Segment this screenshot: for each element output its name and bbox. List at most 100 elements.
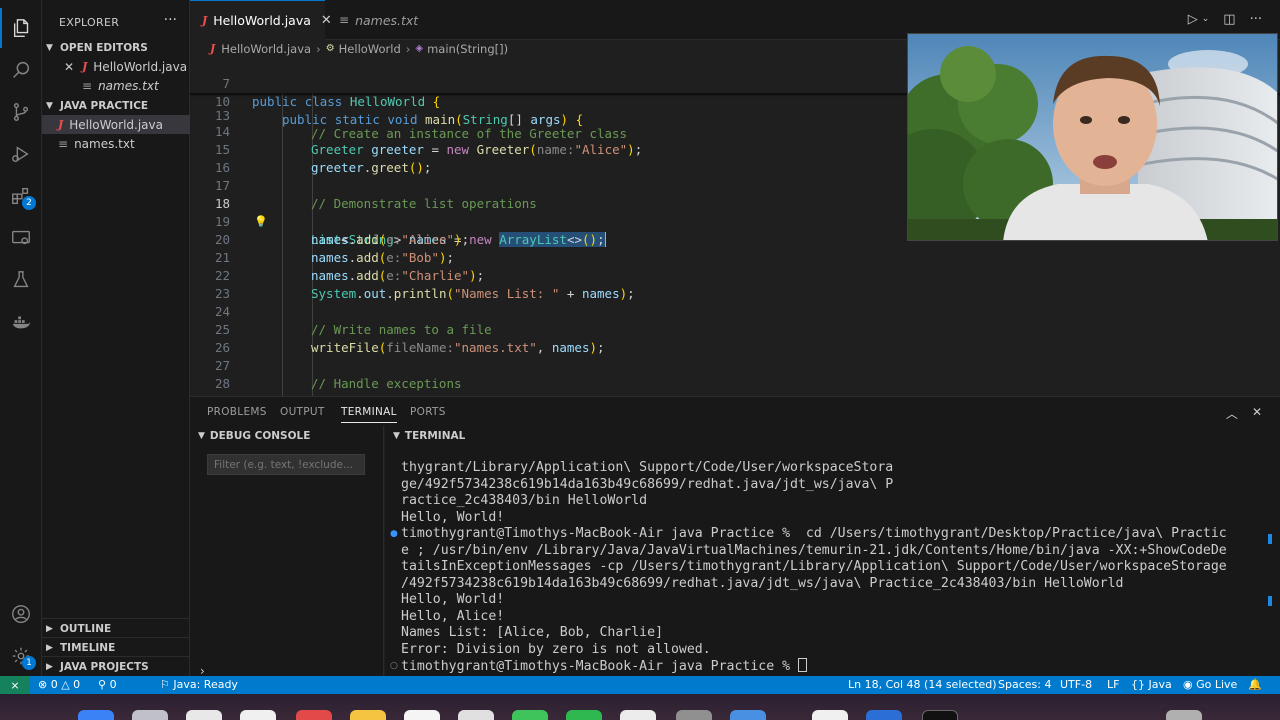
calendar-icon[interactable] bbox=[404, 710, 440, 720]
encoding-status[interactable]: UTF-8 bbox=[1060, 678, 1092, 691]
terminal-line: Hello, World! bbox=[401, 509, 505, 525]
code-line[interactable]: 28 try { bbox=[190, 357, 1280, 396]
close-icon[interactable]: ✕ bbox=[64, 60, 74, 74]
java-status-label: Java: Ready bbox=[173, 678, 238, 691]
debug-filter-input[interactable] bbox=[207, 454, 365, 475]
notes-icon[interactable] bbox=[350, 710, 386, 720]
remote-explorer-icon[interactable] bbox=[0, 218, 42, 258]
debug-console-header[interactable]: ▼ DEBUG CONSOLE bbox=[198, 430, 310, 442]
terminal-line: timothygrant@Timothys-MacBook-Air java P… bbox=[401, 526, 1227, 541]
go-live-label: Go Live bbox=[1196, 678, 1238, 691]
app-icon[interactable] bbox=[620, 710, 656, 720]
app-icon[interactable] bbox=[296, 710, 332, 720]
terminal-app-icon[interactable] bbox=[922, 710, 958, 720]
breadcrumb-file[interactable]: HelloWorld.java bbox=[221, 42, 311, 56]
open-editor-item-helloworld[interactable]: ✕ J HelloWorld.java bbox=[42, 57, 190, 76]
facetime-icon[interactable] bbox=[566, 710, 602, 720]
extensions-icon[interactable]: 2 bbox=[0, 176, 42, 216]
notifications-bell-icon[interactable]: 🔔 bbox=[1248, 678, 1262, 691]
search-icon[interactable] bbox=[0, 50, 42, 90]
terminal-line: Error: Division by zero is not allowed. bbox=[401, 641, 711, 657]
open-editors-header[interactable]: ▼ OPEN EDITORS bbox=[42, 38, 190, 58]
manage-gear-icon[interactable]: 1 bbox=[0, 636, 42, 676]
explorer-icon[interactable] bbox=[0, 8, 42, 48]
run-icon[interactable]: ▷ bbox=[1188, 12, 1198, 27]
docker-icon[interactable] bbox=[0, 302, 42, 342]
project-folder-label: JAVA PRACTICE bbox=[60, 100, 149, 112]
file-item-names[interactable]: ≡ names.txt bbox=[42, 134, 190, 153]
code-line[interactable]: 22 System.out.println("Names List: " + n… bbox=[190, 249, 1280, 301]
outline-label: OUTLINE bbox=[60, 622, 112, 635]
java-projects-header[interactable]: ▶ JAVA PROJECTS bbox=[42, 656, 190, 676]
extensions-badge: 2 bbox=[22, 196, 36, 210]
finder-icon[interactable] bbox=[78, 710, 114, 720]
app-icon[interactable] bbox=[812, 710, 848, 720]
maximize-panel-icon[interactable]: ︿ bbox=[1226, 405, 1238, 422]
chrome-icon[interactable] bbox=[240, 710, 276, 720]
code-line[interactable]: 24 // Write names to a file bbox=[190, 285, 1280, 337]
java-file-icon: J bbox=[82, 60, 88, 73]
macos-dock bbox=[0, 694, 1280, 720]
terminal-cursor bbox=[797, 658, 807, 672]
settings-icon[interactable] bbox=[676, 710, 712, 720]
java-file-icon: J bbox=[58, 118, 64, 131]
command-success-dot-icon[interactable]: ● bbox=[390, 529, 398, 539]
app-icon[interactable] bbox=[730, 710, 766, 720]
breadcrumb-class[interactable]: HelloWorld bbox=[339, 42, 401, 56]
go-live-button[interactable]: ◉ Go Live bbox=[1183, 678, 1237, 691]
app-icon[interactable] bbox=[866, 710, 902, 720]
command-pending-dot-icon[interactable]: ○ bbox=[390, 661, 398, 671]
code-line[interactable]: 26 bbox=[190, 321, 1280, 355]
tab-names[interactable]: ≡ names.txt bbox=[325, 0, 435, 40]
remote-indicator-icon[interactable]: ⨯ bbox=[0, 676, 30, 694]
terminal-pane[interactable]: ▼ TERMINAL thygrant/Library/Application\… bbox=[385, 426, 1280, 676]
activity-bar: 2 1 bbox=[0, 0, 42, 676]
accounts-icon[interactable] bbox=[0, 594, 42, 634]
tab-output[interactable]: OUTPUT bbox=[280, 406, 325, 418]
testing-icon[interactable] bbox=[0, 260, 42, 300]
run-debug-icon[interactable] bbox=[0, 134, 42, 174]
terminal-line: Names List: [Alice, Bob, Charlie] bbox=[401, 625, 664, 640]
java-status[interactable]: ⚐ Java: Ready bbox=[160, 678, 238, 691]
trash-icon[interactable] bbox=[1166, 710, 1202, 720]
terminal-prompt-line[interactable]: timothygrant@Timothys-MacBook-Air java P… bbox=[401, 658, 807, 676]
tab-label: names.txt bbox=[355, 12, 419, 28]
eol-status[interactable]: LF bbox=[1107, 678, 1119, 691]
split-editor-icon[interactable]: ◫ bbox=[1223, 12, 1235, 27]
file-item-helloworld[interactable]: J HelloWorld.java bbox=[42, 115, 190, 134]
breadcrumb-method[interactable]: main(String[]) bbox=[427, 42, 508, 56]
more-actions-icon[interactable]: ··· bbox=[1250, 12, 1262, 27]
safari-icon[interactable] bbox=[186, 710, 222, 720]
tab-terminal[interactable]: TERMINAL bbox=[341, 406, 397, 423]
code-line[interactable]: 25 writeFile(fileName:"names.txt", names… bbox=[190, 303, 1280, 355]
breadcrumb: J HelloWorld.java › ⚙ HelloWorld › ◈ mai… bbox=[190, 40, 910, 57]
outline-header[interactable]: ▶ OUTLINE bbox=[42, 618, 190, 638]
messages-icon[interactable] bbox=[512, 710, 548, 720]
code-line[interactable]: 27 // Handle exceptions bbox=[190, 339, 1280, 391]
explorer-sidebar: EXPLORER ··· ▼ OPEN EDITORS ✕ J HelloWor… bbox=[42, 0, 190, 676]
ports-status[interactable]: ⚲ 0 bbox=[98, 678, 117, 691]
open-editor-item-names[interactable]: ≡ names.txt bbox=[42, 76, 190, 95]
launchpad-icon[interactable] bbox=[132, 710, 168, 720]
indentation-status[interactable]: Spaces: 4 bbox=[998, 678, 1051, 691]
source-control-icon[interactable] bbox=[0, 92, 42, 132]
code-line[interactable]: 29 int result = divide(a:10, b:0); bbox=[190, 375, 1280, 396]
language-status[interactable]: {} Java bbox=[1131, 678, 1172, 691]
terminal-line: thygrant/Library/Application\ Support/Co… bbox=[401, 460, 894, 475]
explorer-more-button[interactable]: ··· bbox=[164, 12, 177, 28]
problems-status[interactable]: ⊗ 0 △ 0 bbox=[38, 678, 80, 691]
tab-problems[interactable]: PROBLEMS bbox=[207, 406, 267, 418]
close-panel-icon[interactable]: ✕ bbox=[1252, 405, 1262, 422]
tab-helloworld[interactable]: J HelloWorld.java ✕ bbox=[190, 0, 332, 40]
project-folder-header[interactable]: ▼ JAVA PRACTICE bbox=[42, 96, 190, 116]
terminal-line: Hello, World! bbox=[401, 592, 505, 607]
timeline-header[interactable]: ▶ TIMELINE bbox=[42, 637, 190, 657]
terminal-header[interactable]: ▼ TERMINAL bbox=[393, 430, 465, 442]
scrollbar-marker bbox=[1268, 534, 1272, 544]
tab-ports[interactable]: PORTS bbox=[410, 406, 446, 418]
chevron-right-icon: ▶ bbox=[46, 661, 53, 672]
cursor-position[interactable]: Ln 18, Col 48 (14 selected) bbox=[848, 678, 997, 691]
code-line[interactable]: 23 bbox=[190, 267, 1280, 301]
run-dropdown-icon[interactable]: ⌄ bbox=[1202, 14, 1210, 27]
photos-icon[interactable] bbox=[458, 710, 494, 720]
